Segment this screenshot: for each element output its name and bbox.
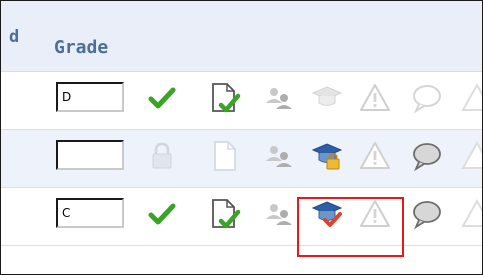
grade-input[interactable] — [56, 140, 124, 170]
warning-icon — [359, 139, 391, 173]
users-icon — [263, 81, 295, 115]
grade-input[interactable] — [56, 198, 124, 228]
table-row — [1, 188, 482, 246]
info-icon — [461, 81, 482, 115]
grade-column-header[interactable]: Grade — [54, 37, 108, 58]
graduation-cap-icon — [311, 81, 343, 115]
comment-icon[interactable] — [411, 197, 443, 231]
graduation-cap-lock-icon[interactable] — [311, 139, 343, 173]
warning-icon — [359, 81, 391, 115]
lock-icon — [146, 139, 178, 173]
users-icon — [263, 139, 295, 173]
check-icon[interactable] — [146, 81, 178, 115]
info-icon — [461, 139, 482, 173]
document-check-icon[interactable] — [209, 197, 241, 231]
info-icon — [461, 197, 482, 231]
table-header: d Grade — [1, 1, 482, 72]
grades-table: d Grade — [0, 0, 483, 275]
table-row — [1, 130, 482, 188]
previous-column-header-fragment: d — [9, 27, 20, 47]
highlight-box — [297, 197, 404, 257]
table-row — [1, 72, 482, 130]
document-check-icon[interactable] — [209, 81, 241, 115]
users-icon — [263, 197, 295, 231]
check-icon[interactable] — [146, 197, 178, 231]
comment-icon — [411, 81, 443, 115]
document-icon — [209, 139, 241, 173]
grade-input[interactable] — [56, 82, 124, 112]
comment-icon[interactable] — [411, 139, 443, 173]
